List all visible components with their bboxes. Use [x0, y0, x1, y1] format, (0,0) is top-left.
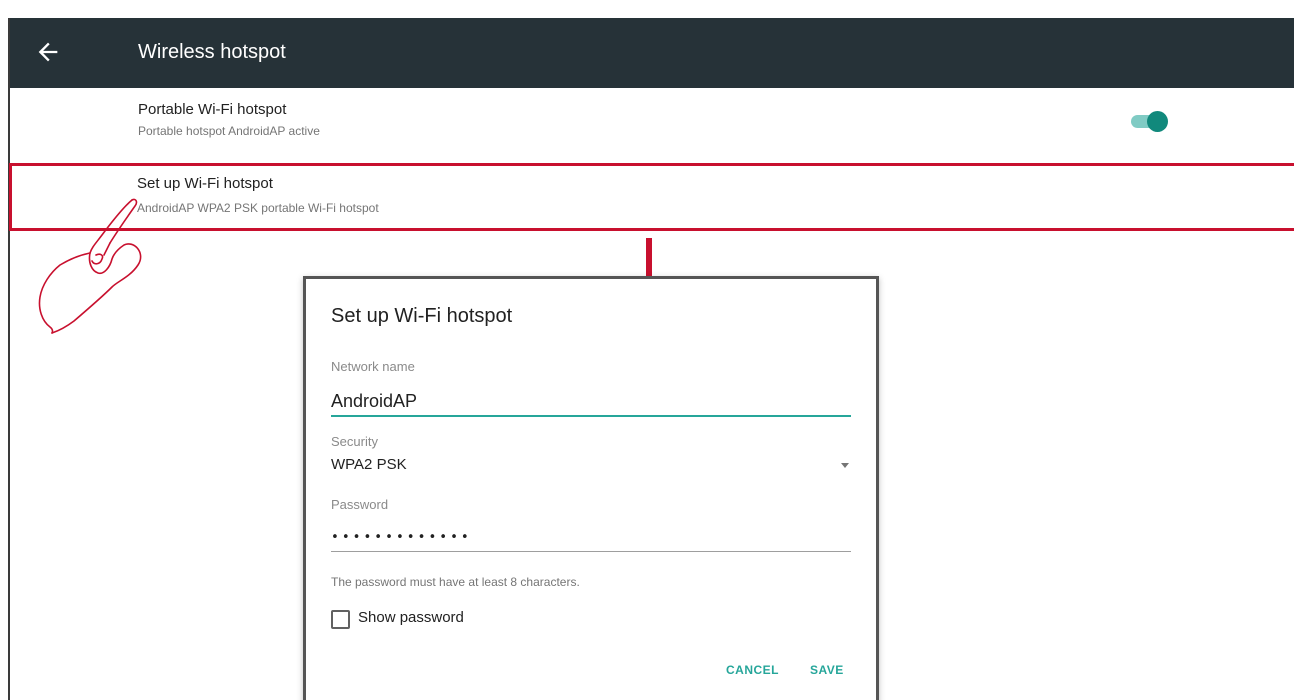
app-bar: Wireless hotspot — [10, 18, 1294, 88]
security-dropdown[interactable]: WPA2 PSK — [331, 454, 853, 480]
network-name-input[interactable] — [331, 387, 851, 417]
password-input[interactable] — [331, 523, 851, 552]
portable-hotspot-title: Portable Wi-Fi hotspot — [138, 101, 287, 118]
security-label: Security — [331, 434, 378, 449]
portable-hotspot-toggle[interactable] — [1131, 109, 1171, 133]
portable-hotspot-subtitle: Portable hotspot AndroidAP active — [138, 124, 320, 138]
show-password-checkbox[interactable] — [331, 610, 350, 629]
security-value: WPA2 PSK — [331, 456, 407, 473]
dropdown-arrow-icon — [841, 463, 849, 468]
hand-pointer-icon — [38, 198, 142, 334]
screen: Wireless hotspot Portable Wi-Fi hotspot … — [0, 0, 1294, 700]
setup-hotspot-row[interactable]: Set up Wi-Fi hotspot AndroidAP WPA2 PSK … — [9, 163, 1294, 231]
network-name-label: Network name — [331, 359, 415, 374]
dialog-title: Set up Wi-Fi hotspot — [331, 305, 513, 327]
page-title: Wireless hotspot — [138, 41, 286, 63]
cancel-button[interactable]: CANCEL — [726, 663, 779, 677]
setup-hotspot-dialog: Set up Wi-Fi hotspot Network name Securi… — [303, 276, 879, 700]
password-label: Password — [331, 497, 389, 512]
save-button[interactable]: SAVE — [810, 663, 844, 677]
password-hint: The password must have at least 8 charac… — [331, 575, 580, 589]
setup-hotspot-subtitle: AndroidAP WPA2 PSK portable Wi-Fi hotspo… — [137, 201, 379, 215]
toggle-thumb — [1147, 111, 1168, 132]
show-password-label: Show password — [358, 609, 464, 626]
arrow-back-icon[interactable] — [34, 38, 62, 66]
portable-hotspot-row[interactable]: Portable Wi-Fi hotspot Portable hotspot … — [10, 88, 1294, 158]
